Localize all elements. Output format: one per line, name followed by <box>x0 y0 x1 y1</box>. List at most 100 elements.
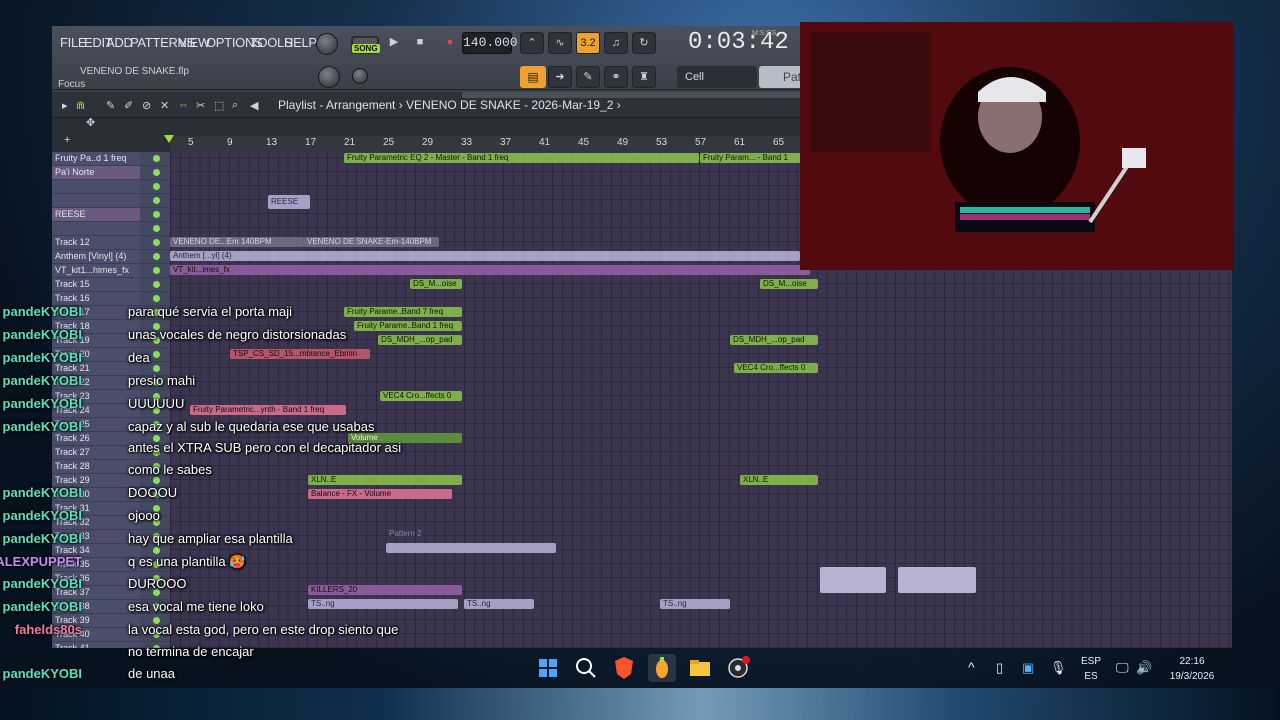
playlist-menu-arrow-icon[interactable]: ▸ <box>62 99 68 112</box>
volume-icon[interactable]: 🔊 <box>1136 660 1152 676</box>
playlist-clip[interactable]: VENENO DE...Em 140BPM <box>170 237 304 247</box>
track-mute-led-icon[interactable] <box>140 166 170 180</box>
obs-studio-icon[interactable] <box>724 654 752 682</box>
playlist-clip[interactable]: VT_kit...imes_fx <box>170 265 810 275</box>
add-track-icon[interactable]: + <box>64 134 70 146</box>
file-explorer-icon[interactable] <box>686 654 714 682</box>
blend-notes-icon[interactable]: ♫ <box>604 32 628 54</box>
playlist-clip[interactable] <box>898 567 976 593</box>
clock-time[interactable]: 22:16 <box>1166 656 1218 667</box>
chat-message: ALEXPUPPET q es una plantilla 🥵 <box>0 554 760 576</box>
microphone-icon[interactable]: 🎙 <box>1050 660 1067 676</box>
playlist-clip[interactable]: Anthem [...yl] (4) <box>170 251 800 261</box>
menu-file[interactable]: FILE <box>60 35 87 50</box>
slice-tool-icon[interactable]: ✂ <box>196 99 205 112</box>
paint-tool-icon[interactable]: ✐ <box>124 99 133 112</box>
ruler-label: 9 <box>227 137 233 148</box>
tempo-display[interactable]: 140.000 <box>462 32 518 54</box>
magnet-icon[interactable]: ⋒ <box>76 99 85 112</box>
loop-record-icon[interactable]: ↻ <box>632 32 656 54</box>
track-mute-led-icon[interactable] <box>140 208 170 222</box>
stream-chat-overlay: pandeKYOBI para qué servia el porta maji… <box>0 300 800 690</box>
track-header[interactable]: Track 15 <box>52 278 140 292</box>
menu-help[interactable]: HELP <box>284 35 317 50</box>
play-icon[interactable]: ▶ <box>382 32 406 54</box>
master-pitch-knob-icon[interactable] <box>352 68 368 84</box>
song-position-marker-icon[interactable] <box>164 135 174 143</box>
select-tool-icon[interactable]: ⬚ <box>214 99 224 112</box>
chat-message: antes el XTRA SUB pero con el decapitado… <box>0 440 760 462</box>
brave-browser-icon[interactable] <box>610 654 638 682</box>
playlist-clip[interactable]: Fruity Parametric EQ 2 - Master - Band 1… <box>344 153 699 163</box>
playlist-clip[interactable]: VENENO DE SNAKE-Em-140BPM <box>304 237 439 247</box>
chat-message: como le sabes <box>0 462 760 484</box>
track-header[interactable]: Anthem [Vinyl] (4) <box>52 250 140 264</box>
playlist-clip[interactable] <box>820 567 886 593</box>
usb-icon[interactable]: ▯ <box>996 660 1003 676</box>
track-header[interactable]: Pa'i Norte <box>52 166 140 180</box>
taskbar <box>530 654 760 684</box>
chat-text: hay que ampliar esa plantilla <box>128 531 293 546</box>
chevron-up-icon[interactable]: ^ <box>968 659 975 675</box>
track-mute-led-icon[interactable] <box>140 194 170 208</box>
keyboard-layout-indicator[interactable]: ES <box>1080 671 1102 682</box>
track-mute-led-icon[interactable] <box>140 264 170 278</box>
snap-selector[interactable]: Cell <box>677 66 757 88</box>
track-mute-led-icon[interactable] <box>140 152 170 166</box>
chat-username: ALEXPUPPET <box>0 554 82 569</box>
playlist-clip[interactable]: REESE <box>268 195 310 209</box>
track-mute-led-icon[interactable] <box>140 180 170 194</box>
chat-text: para qué servia el porta maji <box>128 304 293 319</box>
metronome-icon[interactable]: ⌃ <box>520 32 544 54</box>
slip-tool-icon[interactable]: ⇔ <box>178 99 189 111</box>
track-mute-led-icon[interactable] <box>140 250 170 264</box>
track-header[interactable]: VT_kit1...himes_fx <box>52 264 140 278</box>
track-header[interactable]: Fruity Pa..d 1 freq <box>52 152 140 166</box>
chat-text: esa vocal me tiene loko <box>128 599 264 614</box>
chat-text: como le sabes <box>128 462 212 477</box>
ruler-label: 13 <box>266 137 278 148</box>
record-icon[interactable]: ● <box>438 32 462 54</box>
wait-input-icon[interactable]: ∿ <box>548 32 572 54</box>
master-volume-knob-icon[interactable] <box>318 66 340 88</box>
language-indicator[interactable]: ESP <box>1080 656 1102 667</box>
track-mute-led-icon[interactable] <box>140 222 170 236</box>
zoom-tool-icon[interactable]: ⌕ <box>232 99 238 112</box>
clock-date[interactable]: 19/3/2026 <box>1166 671 1218 682</box>
move-icon[interactable]: ✥ <box>86 116 95 129</box>
link-icon[interactable]: ⚭ <box>604 66 628 88</box>
menu-add[interactable]: ADD <box>106 35 133 50</box>
app-tray-icon[interactable]: ▣ <box>1022 660 1034 676</box>
fl-studio-icon[interactable] <box>648 654 676 682</box>
system-tray: ^ ▯ ▣ 🎙 ESP ES 🖵 🔊 22:16 19/3/2026 <box>960 654 1220 686</box>
playback-tool-icon[interactable]: ◀ <box>250 99 258 112</box>
playlist-view-icon[interactable]: ▤ <box>520 66 546 88</box>
chat-username: pandeKYOBI <box>2 396 82 411</box>
channel-rack-icon[interactable]: ✎ <box>576 66 600 88</box>
keyboard-rgb <box>960 214 1090 220</box>
track-header[interactable]: REESE <box>52 208 140 222</box>
playlist-clip[interactable]: DS_M...oise <box>760 279 818 289</box>
piano-roll-arrow-icon[interactable]: ➜ <box>548 66 572 88</box>
draw-tool-icon[interactable]: ✎ <box>106 99 115 112</box>
track-header[interactable]: Track 12 <box>52 236 140 250</box>
song-mode-label: SONG <box>352 44 380 53</box>
countdown-icon[interactable]: 3.2 <box>576 32 600 54</box>
mixer-icon[interactable]: ♜ <box>632 66 656 88</box>
search-icon[interactable] <box>572 654 600 682</box>
playlist-clip[interactable]: Fruity Param... - Band 1 <box>700 153 810 163</box>
track-mute-led-icon[interactable] <box>140 236 170 250</box>
track-header[interactable] <box>52 222 140 236</box>
project-file-name: VENENO DE SNAKE.flp <box>80 66 189 77</box>
track-mute-led-icon[interactable] <box>140 278 170 292</box>
playlist-clip[interactable]: DS_M...oise <box>410 279 462 289</box>
mute-tool-icon[interactable]: ✕ <box>160 99 169 112</box>
stop-icon[interactable]: ■ <box>408 32 432 54</box>
track-header[interactable] <box>52 194 140 208</box>
chat-text: q es una plantilla 🥵 <box>128 554 246 569</box>
windows-start-icon[interactable] <box>534 654 562 682</box>
song-mode-toggle[interactable]: SONG <box>351 36 380 54</box>
track-header[interactable] <box>52 180 140 194</box>
network-icon[interactable]: 🖵 <box>1116 660 1129 676</box>
delete-tool-icon[interactable]: ⊘ <box>142 99 151 112</box>
